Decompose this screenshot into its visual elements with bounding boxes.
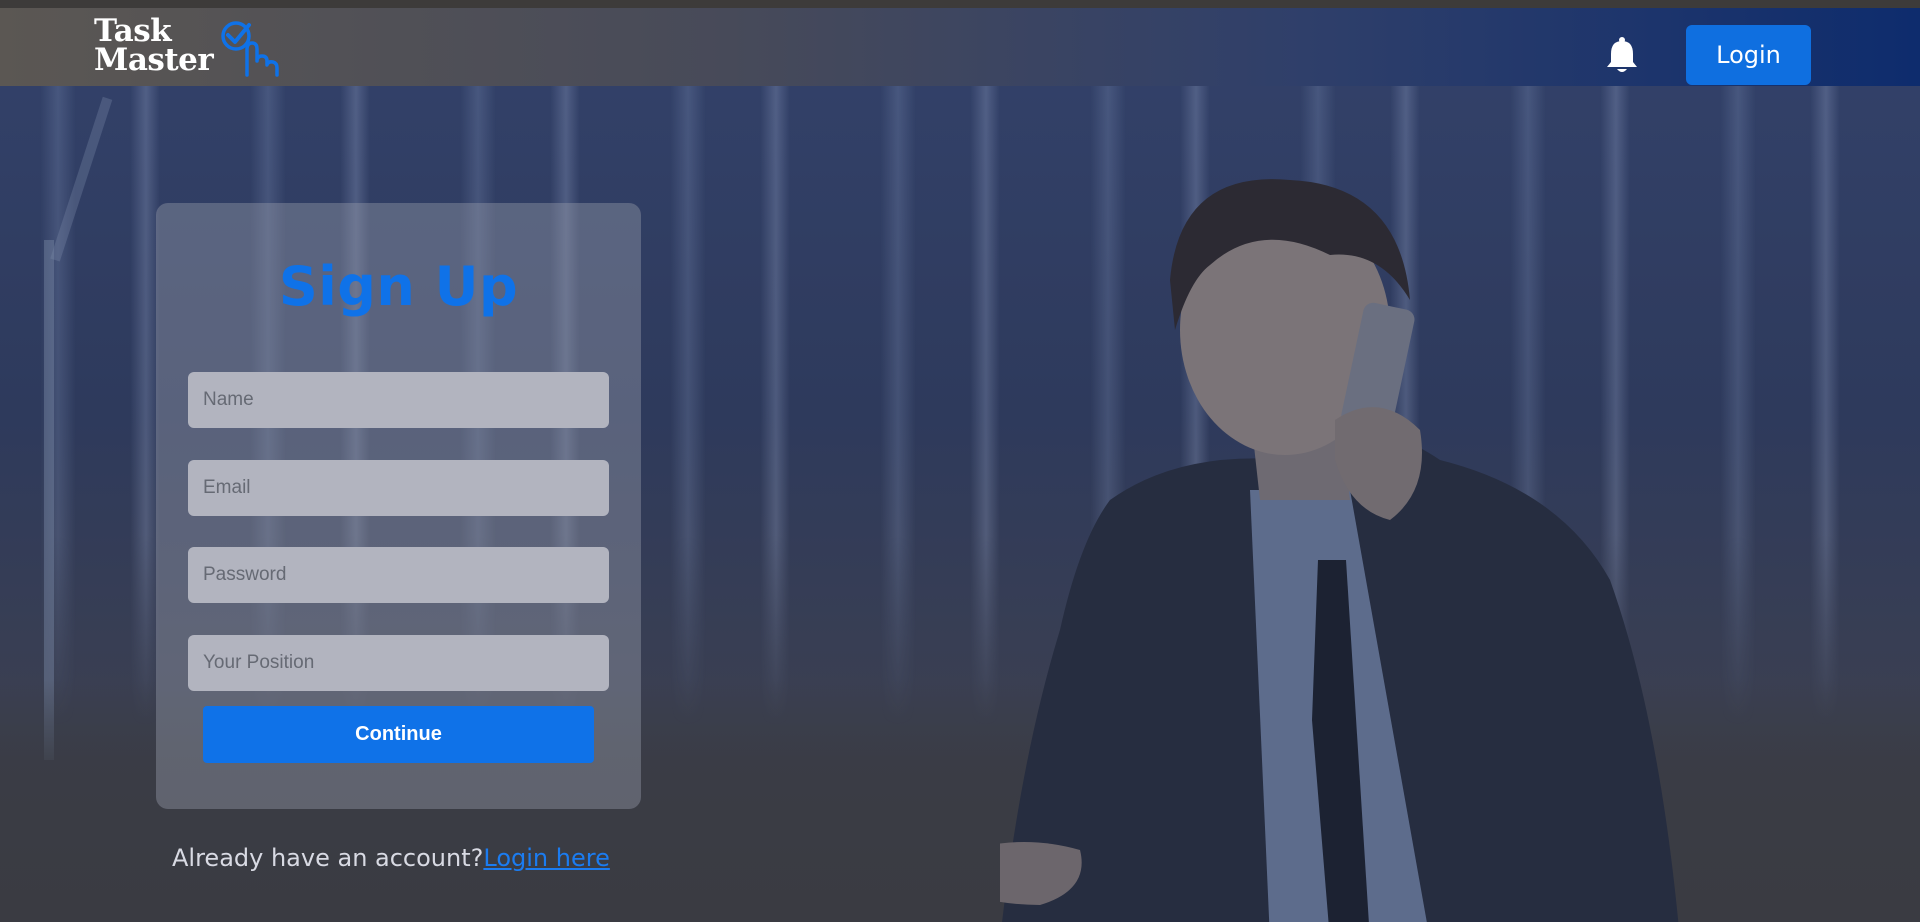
check-hand-icon [221,21,279,77]
logo-text: Task Master [94,16,214,78]
login-prompt-text: Already have an account? [172,844,484,872]
password-input[interactable] [188,547,609,603]
logo-text-line2: Master [94,42,214,78]
login-button[interactable]: Login [1686,25,1811,85]
signup-title: Sign Up [278,255,519,318]
continue-button[interactable]: Continue [203,706,594,763]
bell-icon[interactable] [1604,36,1640,74]
login-here-link[interactable]: Login here [483,844,609,872]
login-prompt: Already have an account?Login here [172,844,610,872]
signup-page: Task Master Login Sign Up Continue Alrea… [0,0,1920,922]
signup-card: Sign Up Continue [156,203,641,809]
navbar: Task Master Login [0,8,1920,86]
background-businessman [1000,160,1780,922]
position-input[interactable] [188,635,609,691]
email-input[interactable] [188,460,609,516]
taskmaster-logo[interactable]: Task Master [94,16,283,78]
name-input[interactable] [188,372,609,428]
top-strip [0,0,1920,8]
